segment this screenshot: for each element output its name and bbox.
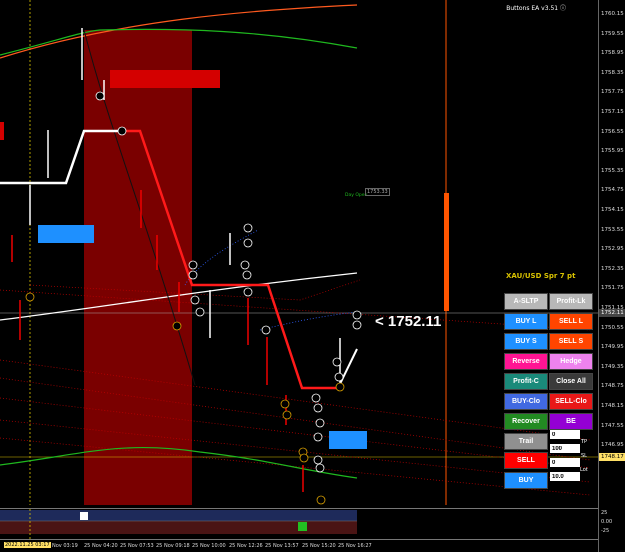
- lot-input[interactable]: [550, 472, 580, 481]
- indicator-subwindow[interactable]: [0, 508, 598, 540]
- price-tick-label: 1759.55: [601, 30, 624, 37]
- time-tick-label: 25 Nov 07:53: [120, 543, 154, 549]
- tp-label: TP: [581, 439, 588, 445]
- time-tick-label: 25 Nov 09:18: [156, 543, 190, 549]
- time-tick-label: 25 Nov 04:20: [84, 543, 118, 549]
- blue-block: [38, 225, 94, 243]
- price-chart[interactable]: Buttons EA v3.51 ⓘ Day Open 1753.33 XAU/…: [0, 0, 598, 505]
- day-open-value: 1753.33: [365, 188, 390, 196]
- symbol-spread-info: XAU/USD Spr 7 pt: [506, 272, 576, 280]
- price-tick-label: 1760.15: [601, 11, 624, 17]
- price-tick-label: 1746.95: [601, 442, 624, 449]
- price-tick-label: 1756.55: [601, 128, 624, 135]
- blue-dotted-line-2: [259, 311, 358, 331]
- level-price-tag: 1748.17: [599, 453, 625, 461]
- indicator-tick: 0.00: [601, 519, 613, 525]
- time-tick-label: Nov 03:19: [52, 543, 78, 549]
- price-tick-label: 1748.15: [601, 403, 624, 409]
- recover-button[interactable]: Recover: [504, 413, 548, 430]
- price-tick-label: 1751.75: [601, 285, 624, 292]
- highlight-zone: [84, 30, 192, 505]
- sell-button[interactable]: SELL: [504, 452, 548, 469]
- price-tick-label: 1757.15: [601, 109, 624, 115]
- sl-label: SL: [581, 453, 587, 459]
- tp-input[interactable]: [550, 444, 580, 453]
- price-tick-label: 1747.55: [601, 422, 624, 429]
- buy-button[interactable]: BUY: [504, 472, 548, 489]
- price-tick-label: 1749.95: [601, 344, 624, 351]
- sell-limit-button[interactable]: SELL L: [549, 313, 593, 330]
- a-sltp-button[interactable]: A-SLTP: [504, 293, 548, 310]
- profit-lock-button[interactable]: Profit-Lk: [549, 293, 593, 310]
- current-price-label: < 1752.11: [375, 313, 442, 330]
- blue-block-right: [329, 431, 367, 449]
- sl-input[interactable]: [550, 458, 580, 467]
- close-all-button[interactable]: Close All: [549, 373, 593, 390]
- price-tick-label: 1754.75: [601, 187, 624, 194]
- indicator-tick: 25: [601, 510, 608, 516]
- buy-close-button[interactable]: BUY-Clo: [504, 393, 548, 410]
- time-tick-label: 25 Nov 12:26: [229, 543, 263, 549]
- ea-title: Buttons EA v3.51 ⓘ: [506, 5, 566, 12]
- price-axis: 1760.15 1759.55 1758.95 1758.35 1757.75 1757.…: [598, 0, 625, 552]
- price-tick-label: 1757.75: [601, 89, 624, 96]
- buy-limit-button[interactable]: BUY L: [504, 313, 548, 330]
- price-tick-label: 1753.55: [601, 226, 624, 233]
- price-tick-label: 1748.75: [601, 383, 624, 390]
- current-price-tag: 1752.11: [599, 309, 625, 317]
- price-tick-label: 1750.55: [601, 324, 624, 331]
- indicator-axis: 25 0.00 -25: [599, 508, 625, 539]
- sell-stop-button[interactable]: SELL S: [549, 333, 593, 350]
- price-tick-label: 1754.15: [601, 207, 624, 213]
- buy-stop-button[interactable]: BUY S: [504, 333, 548, 350]
- red-block-left: [0, 122, 4, 140]
- time-tick-label: 25 Nov 13:57: [265, 543, 299, 549]
- break-even-button[interactable]: BE: [549, 413, 593, 430]
- sell-close-button[interactable]: SELL-Clo: [549, 393, 593, 410]
- trail-button[interactable]: Trail: [504, 433, 548, 450]
- time-tick-label: 25 Nov 16:27: [338, 543, 372, 549]
- indicator-tick: -25: [601, 528, 610, 534]
- white-up-stroke: [337, 348, 358, 389]
- time-highlight-label: 2022.11.25 03:17: [4, 542, 51, 548]
- price-tick-label: 1758.35: [601, 69, 624, 76]
- indicator-canvas: [0, 509, 357, 540]
- profit-close-button[interactable]: Profit-C: [504, 373, 548, 390]
- lot-label: Lot: [580, 467, 588, 473]
- price-tick-label: 1752.35: [601, 265, 624, 272]
- price-tick-label: 1755.35: [601, 167, 624, 174]
- price-tick-label: 1749.35: [601, 363, 624, 370]
- day-open-label: Day Open: [345, 193, 368, 198]
- price-tick-label: 1755.95: [601, 148, 624, 155]
- trail-input[interactable]: [550, 430, 580, 439]
- time-tick-label: 25 Nov 15:20: [302, 543, 336, 549]
- time-axis: 2022.11.25 03:17 Nov 03:19 25 Nov 04:20 25…: [0, 539, 598, 552]
- hedge-button[interactable]: Hedge: [549, 353, 593, 370]
- orange-bar: [444, 193, 449, 311]
- time-tick-label: 25 Nov 10:00: [192, 543, 226, 549]
- price-tick-label: 1752.95: [601, 246, 624, 253]
- red-block: [110, 70, 220, 88]
- price-tick-label: 1758.95: [601, 50, 624, 57]
- reverse-button[interactable]: Reverse: [504, 353, 548, 370]
